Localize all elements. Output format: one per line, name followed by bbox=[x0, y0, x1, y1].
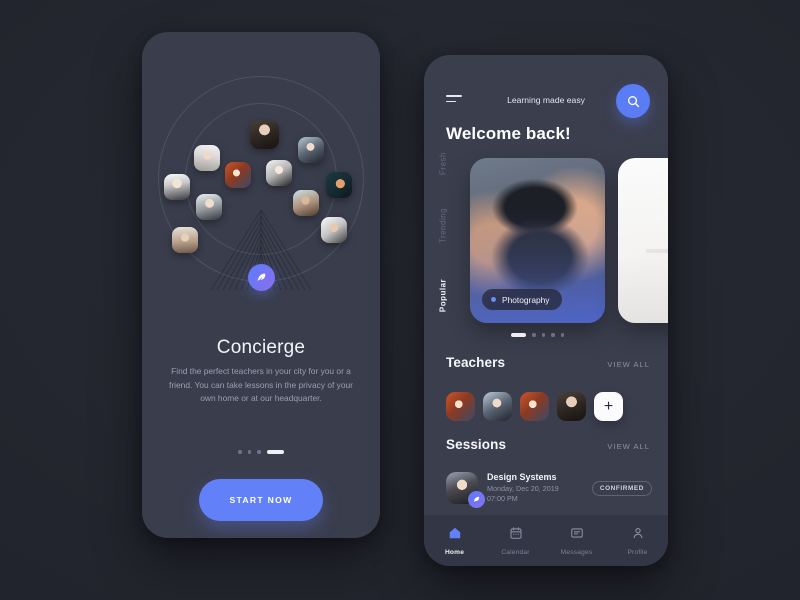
session-avatar-wrap bbox=[446, 472, 485, 509]
carousel-dot-4[interactable] bbox=[551, 333, 555, 337]
session-info: Design Systems Monday, Dec 20, 2019 07:0… bbox=[487, 472, 583, 505]
nav-item-calendar[interactable]: Calendar bbox=[485, 526, 546, 556]
orbit-avatar-3[interactable] bbox=[194, 145, 220, 171]
teacher-avatar-2[interactable] bbox=[483, 392, 512, 421]
onboarding-pagination[interactable] bbox=[142, 450, 380, 454]
orbit-avatar-4[interactable] bbox=[225, 162, 251, 188]
session-name: Design Systems bbox=[487, 472, 557, 482]
orbit-avatar-1[interactable] bbox=[250, 120, 279, 149]
onboarding-dot-4[interactable] bbox=[266, 450, 284, 454]
carousel-dot-5[interactable] bbox=[560, 333, 564, 337]
category-vertical-tabs[interactable]: Fresh Trending Popular bbox=[432, 152, 454, 339]
session-list-item[interactable]: Design Systems Monday, Dec 20, 2019 07:0… bbox=[446, 472, 652, 509]
teachers-avatar-row: + bbox=[446, 392, 623, 421]
vertical-tab-popular[interactable]: Popular bbox=[439, 279, 448, 312]
message-icon bbox=[570, 526, 584, 545]
carousel-dot-2[interactable] bbox=[532, 333, 536, 337]
sessions-title: Sessions bbox=[446, 437, 507, 452]
carousel-dot-1[interactable] bbox=[511, 333, 526, 337]
onboarding-dot-1[interactable] bbox=[238, 450, 242, 454]
nav-item-messages[interactable]: Messages bbox=[546, 526, 607, 556]
orbit-avatar-8[interactable] bbox=[293, 190, 319, 216]
add-teacher-button[interactable]: + bbox=[594, 392, 623, 421]
nav-label-calendar: Calendar bbox=[501, 548, 530, 556]
session-date: Monday, Dec 20, 2019 bbox=[487, 484, 559, 493]
carousel-dot-3[interactable] bbox=[541, 333, 545, 337]
vertical-tab-fresh[interactable]: Fresh bbox=[439, 152, 448, 175]
session-time: 07:00 PM bbox=[487, 494, 518, 504]
onboarding-dot-3[interactable] bbox=[257, 450, 261, 454]
nav-label-profile: Profile bbox=[627, 548, 648, 556]
teachers-view-all-link[interactable]: VIEW ALL bbox=[607, 360, 650, 369]
carousel-card-next[interactable] bbox=[618, 158, 668, 323]
sessions-section-header: Sessions VIEW ALL bbox=[446, 437, 650, 452]
search-icon bbox=[627, 95, 639, 107]
home-icon bbox=[448, 526, 462, 545]
vertical-tab-trending[interactable]: Trending bbox=[439, 208, 448, 243]
session-status-badge: CONFIRMED bbox=[591, 480, 652, 496]
feather-icon bbox=[257, 273, 266, 282]
orbit-avatar-11[interactable] bbox=[172, 227, 198, 253]
teacher-avatar-3[interactable] bbox=[520, 392, 549, 421]
profile-icon bbox=[631, 526, 645, 545]
welcome-heading: Welcome back! bbox=[446, 124, 571, 143]
orbit-avatar-9[interactable] bbox=[196, 194, 222, 220]
nav-label-home: Home bbox=[444, 548, 465, 556]
screenshot-canvas: Concierge Find the perfect teachers in y… bbox=[0, 0, 800, 600]
orbit-avatar-7[interactable] bbox=[164, 174, 190, 200]
card-image-interior bbox=[618, 158, 668, 323]
teachers-section-header: Teachers VIEW ALL bbox=[446, 355, 650, 370]
nav-label-messages: Messages bbox=[560, 548, 593, 556]
chip-dot-icon bbox=[491, 297, 496, 302]
orbit-avatar-10[interactable] bbox=[321, 217, 347, 243]
orbit-avatar-5[interactable] bbox=[266, 160, 292, 186]
carousel-pagination[interactable] bbox=[470, 333, 605, 337]
home-topbar: Learning made easy bbox=[424, 81, 668, 123]
teacher-avatar-1[interactable] bbox=[446, 392, 475, 421]
onboarding-dot-2[interactable] bbox=[247, 450, 252, 454]
nav-item-home[interactable]: Home bbox=[424, 526, 485, 556]
nav-item-profile[interactable]: Profile bbox=[607, 526, 668, 556]
feather-icon bbox=[473, 497, 480, 503]
session-feather-badge bbox=[468, 491, 485, 509]
onboarding-title: Concierge bbox=[216, 337, 306, 358]
featured-carousel[interactable]: Photography bbox=[470, 158, 668, 323]
sessions-view-all-link[interactable]: VIEW ALL bbox=[607, 442, 650, 451]
bottom-navigation: Home Calendar Messages Profile bbox=[424, 514, 668, 566]
carousel-card-photography[interactable]: Photography bbox=[470, 158, 605, 323]
orbit-avatar-6[interactable] bbox=[326, 172, 352, 198]
teachers-title: Teachers bbox=[446, 355, 506, 370]
search-button[interactable] bbox=[616, 84, 650, 118]
teacher-avatar-4[interactable] bbox=[557, 392, 586, 421]
onboarding-phone: Concierge Find the perfect teachers in y… bbox=[142, 32, 380, 538]
onboarding-description: Find the perfect teachers in your city f… bbox=[169, 366, 353, 404]
home-phone: Learning made easy Welcome back! Fresh Tr… bbox=[424, 55, 668, 566]
chip-label: Photography bbox=[502, 294, 550, 305]
calendar-icon bbox=[509, 526, 523, 545]
orbit-illustration bbox=[142, 32, 380, 304]
orbit-avatar-2[interactable] bbox=[298, 137, 324, 163]
start-now-button[interactable]: START NOW bbox=[199, 479, 323, 521]
brand-logo-badge bbox=[248, 264, 275, 291]
card-category-chip: Photography bbox=[482, 289, 562, 310]
